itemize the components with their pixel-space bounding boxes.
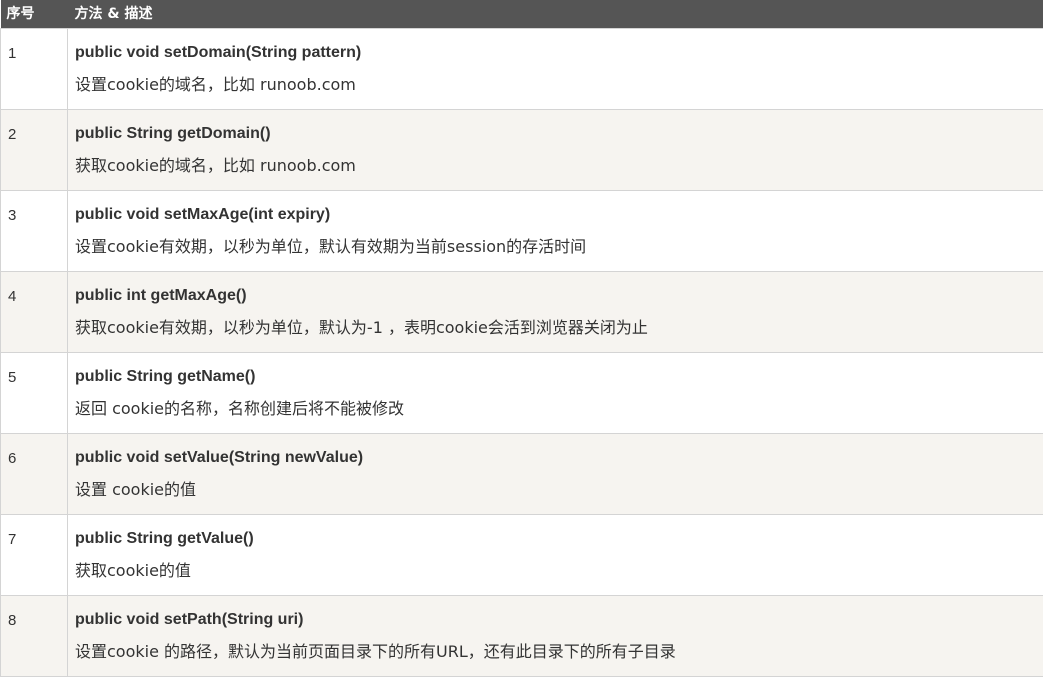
table-row: 2 public String getDomain() 获取cookie的域名，… [0, 109, 1043, 191]
table-row: 6 public void setValue(String newValue) … [0, 433, 1043, 515]
header-row: 序号 方法 & 描述 [0, 0, 1043, 29]
method-description: 设置cookie的域名，比如 runoob.com [75, 75, 356, 94]
method-signature: public void setDomain(String pattern) [75, 44, 362, 61]
table-row: 7 public String getValue() 获取cookie的值 [0, 514, 1043, 596]
method-description: 设置 cookie的值 [75, 480, 197, 499]
method-description: 获取cookie有效期，以秒为单位，默认为-1 ，表明cookie会活到浏览器关… [75, 318, 648, 337]
table-row: 4 public int getMaxAge() 获取cookie有效期，以秒为… [0, 271, 1043, 353]
row-method-cell: public void setMaxAge(int expiry) 设置cook… [67, 190, 1043, 272]
table-body: 1 public void setDomain(String pattern) … [0, 28, 1043, 677]
row-index: 4 [0, 271, 68, 353]
row-method-cell: public int getMaxAge() 获取cookie有效期，以秒为单位… [67, 271, 1043, 353]
method-signature: public void setPath(String uri) [75, 611, 304, 628]
table-header: 序号 方法 & 描述 [0, 0, 1043, 29]
row-method-cell: public void setDomain(String pattern) 设置… [67, 28, 1043, 110]
method-description: 获取cookie的值 [75, 561, 191, 580]
row-index: 3 [0, 190, 68, 272]
method-signature: public String getName() [75, 368, 256, 385]
row-method-cell: public String getValue() 获取cookie的值 [67, 514, 1043, 596]
header-index: 序号 [6, 6, 35, 22]
row-index: 1 [0, 28, 68, 110]
row-index: 8 [0, 595, 68, 677]
row-index: 7 [0, 514, 68, 596]
method-signature: public void setMaxAge(int expiry) [75, 206, 331, 223]
cookie-methods-table: 序号 方法 & 描述 1 public void setDomain(Strin… [0, 0, 1043, 677]
row-method-cell: public void setValue(String newValue) 设置… [67, 433, 1043, 515]
table-row: 5 public String getName() 返回 cookie的名称，名… [0, 352, 1043, 434]
method-description: 设置cookie有效期，以秒为单位，默认有效期为当前session的存活时间 [75, 237, 587, 256]
table-row: 1 public void setDomain(String pattern) … [0, 28, 1043, 110]
method-description: 设置cookie 的路径，默认为当前页面目录下的所有URL，还有此目录下的所有子… [75, 642, 676, 661]
method-description: 获取cookie的域名，比如 runoob.com [75, 156, 356, 175]
method-description: 返回 cookie的名称，名称创建后将不能被修改 [75, 399, 405, 418]
method-signature: public int getMaxAge() [75, 287, 247, 304]
header-method: 方法 & 描述 [74, 6, 153, 22]
method-signature: public String getDomain() [75, 125, 271, 142]
table-row: 3 public void setMaxAge(int expiry) 设置co… [0, 190, 1043, 272]
method-signature: public String getValue() [75, 530, 254, 547]
row-index: 6 [0, 433, 68, 515]
row-method-cell: public String getName() 返回 cookie的名称，名称创… [67, 352, 1043, 434]
row-method-cell: public void setPath(String uri) 设置cookie… [67, 595, 1043, 677]
row-index: 2 [0, 109, 68, 191]
table-row: 8 public void setPath(String uri) 设置cook… [0, 595, 1043, 677]
row-method-cell: public String getDomain() 获取cookie的域名，比如… [67, 109, 1043, 191]
method-signature: public void setValue(String newValue) [75, 449, 364, 466]
row-index: 5 [0, 352, 68, 434]
